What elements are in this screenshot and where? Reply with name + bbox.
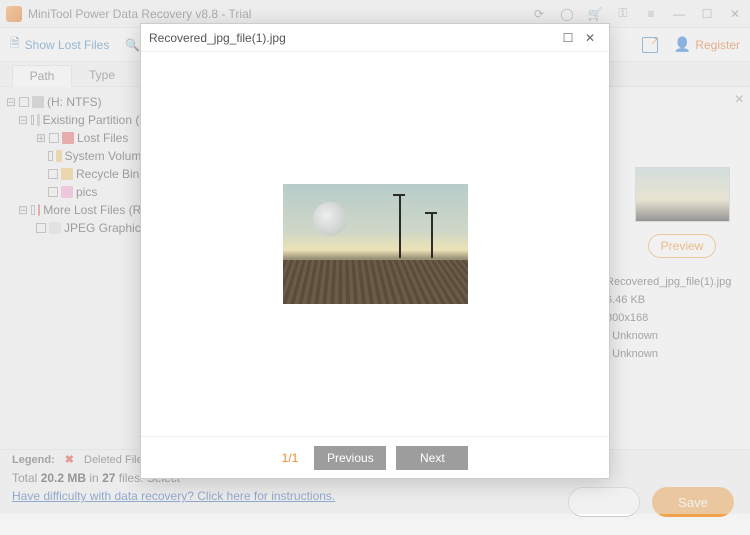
- modal-titlebar: Recovered_jpg_file(1).jpg ☐ ✕: [141, 24, 609, 52]
- moon-shape: [313, 202, 347, 236]
- modal-close-icon[interactable]: ✕: [579, 27, 601, 49]
- page-indicator: 1/1: [282, 451, 299, 465]
- preview-image: [283, 184, 468, 304]
- modal-title: Recovered_jpg_file(1).jpg: [149, 31, 286, 45]
- modal-footer: 1/1 Previous Next: [141, 436, 609, 478]
- modal-maximize-icon[interactable]: ☐: [557, 27, 579, 49]
- previous-button[interactable]: Previous: [314, 446, 386, 470]
- preview-modal: Recovered_jpg_file(1).jpg ☐ ✕ 1/1 Previo…: [140, 23, 610, 479]
- deck-shape: [283, 260, 468, 304]
- lamp-shape: [399, 194, 401, 258]
- next-button[interactable]: Next: [396, 446, 468, 470]
- modal-body: [141, 52, 609, 436]
- lamp-shape: [431, 212, 433, 258]
